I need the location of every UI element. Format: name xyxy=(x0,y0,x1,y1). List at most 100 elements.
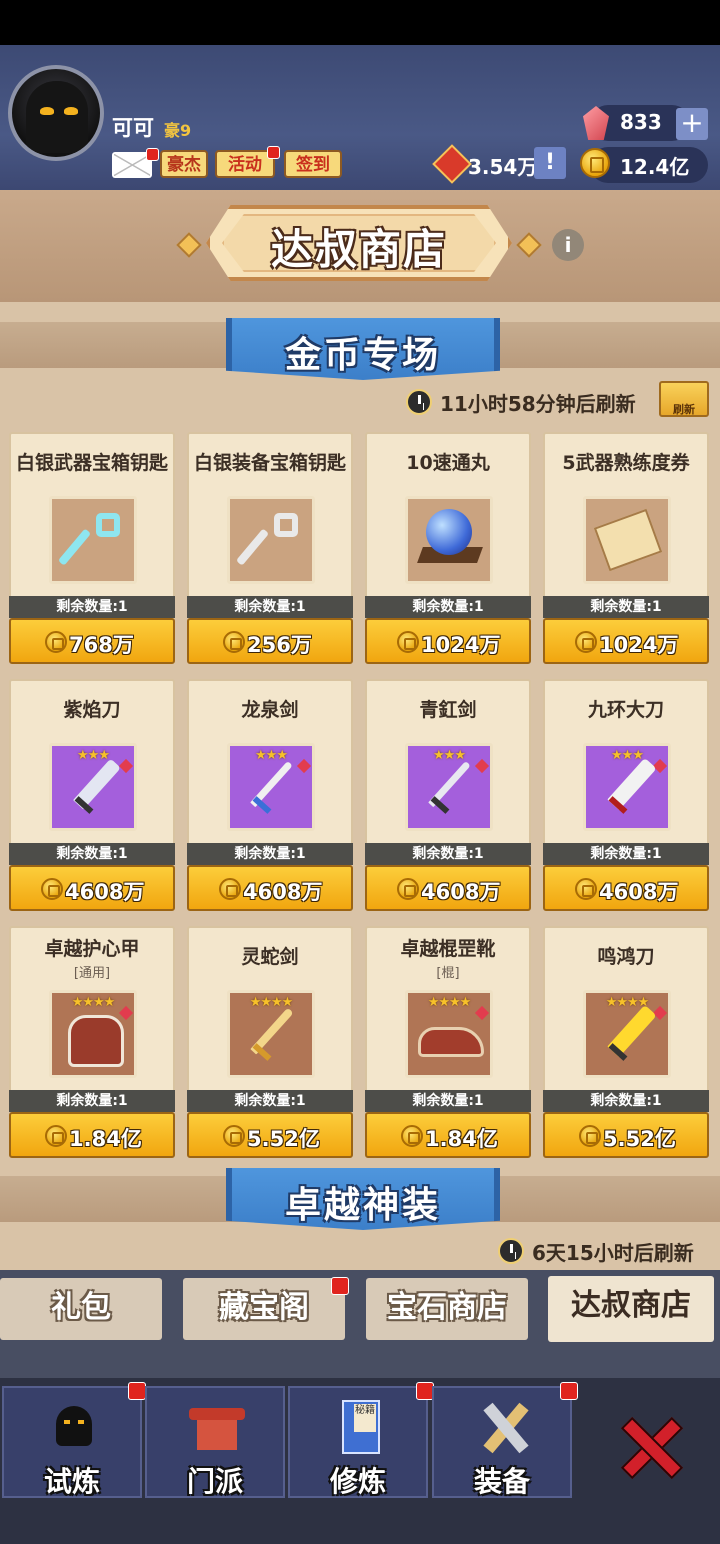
info-icon[interactable]: i xyxy=(552,229,584,261)
shop-item-card[interactable]: 5武器熟练度券 剩余数量:1 1024万 xyxy=(543,432,709,664)
item-name: 卓越护心甲 xyxy=(44,938,140,960)
close-icon[interactable] xyxy=(622,1418,678,1474)
signin-button[interactable]: 签到 xyxy=(284,150,342,178)
buy-button[interactable]: 1024万 xyxy=(365,618,531,664)
coin-icon xyxy=(401,1125,423,1147)
shop-item-card[interactable]: 灵蛇剑 ★★★★ 剩余数量:1 5.52亿 xyxy=(187,926,353,1158)
item-icon-box: ★★★★ xyxy=(405,990,493,1078)
refresh-button[interactable]: 刷新 xyxy=(659,381,709,417)
vip-level: 豪9 xyxy=(164,121,192,140)
item-name: 青釭剑 xyxy=(419,699,477,721)
buy-button[interactable]: 5.52亿 xyxy=(187,1112,353,1158)
nav-trial[interactable]: 试炼 xyxy=(2,1386,142,1498)
event-button[interactable]: 活动 xyxy=(215,150,275,178)
item-name: 10速通丸 xyxy=(406,452,490,474)
shop-item-card[interactable]: 10速通丸 剩余数量:1 1024万 xyxy=(365,432,531,664)
shop-item-card[interactable]: 紫焰刀 ★★★ 剩余数量:1 4608万 xyxy=(9,679,175,911)
buy-button[interactable]: 1.84亿 xyxy=(365,1112,531,1158)
shop-item-card[interactable]: 卓越护心甲 [通用] ★★★★ 剩余数量:1 1.84亿 xyxy=(9,926,175,1158)
item-price: 4608万 xyxy=(421,880,501,904)
item-icon-box: ★★★ xyxy=(583,743,671,831)
shop-item-card[interactable]: 卓越棍罡靴 [棍] ★★★★ 剩余数量:1 1.84亿 xyxy=(365,926,531,1158)
gem-value: 833 xyxy=(620,110,662,134)
shop-item-card[interactable]: 龙泉剑 ★★★ 剩余数量:1 4608万 xyxy=(187,679,353,911)
coin-icon xyxy=(223,1125,245,1147)
item-stock: 剩余数量:1 xyxy=(187,843,353,865)
ninja-icon xyxy=(46,1400,102,1458)
item-icon-box: ★★★ xyxy=(227,743,315,831)
temple-icon xyxy=(189,1400,245,1458)
item-name: 九环大刀 xyxy=(587,699,664,721)
item-name: 鸣鸿刀 xyxy=(597,946,655,968)
item-name: 龙泉剑 xyxy=(241,699,299,721)
add-gems-button[interactable]: + xyxy=(676,108,708,140)
buy-button[interactable]: 4608万 xyxy=(543,865,709,911)
item-price: 1024万 xyxy=(421,633,501,657)
coin-icon xyxy=(579,1125,601,1147)
coin-icon xyxy=(45,1125,67,1147)
item-icon-box: ★★★★ xyxy=(49,990,137,1078)
coin-icon xyxy=(223,631,245,653)
tab-dashu-shop[interactable]: 达叔商店 xyxy=(548,1276,714,1342)
item-name: 白银武器宝箱钥匙 xyxy=(15,452,168,474)
manual-book-icon: 秘籍 xyxy=(332,1400,388,1458)
buy-button[interactable]: 1024万 xyxy=(543,618,709,664)
item-stock: 剩余数量:1 xyxy=(365,1090,531,1112)
item-price: 256万 xyxy=(247,633,312,657)
item-stock: 剩余数量:1 xyxy=(543,1090,709,1112)
shop-item-card[interactable]: 白银武器宝箱钥匙 剩余数量:1 768万 xyxy=(9,432,175,664)
player-name: 可可 xyxy=(112,116,154,140)
item-stock: 剩余数量:1 xyxy=(9,1090,175,1112)
book-label: 秘籍 xyxy=(354,1404,376,1432)
coin-icon xyxy=(397,878,419,900)
tab-gem-shop[interactable]: 宝石商店 xyxy=(366,1278,528,1340)
item-price: 5.52亿 xyxy=(247,1127,320,1151)
shop-item-card[interactable]: 九环大刀 ★★★ 剩余数量:1 4608万 xyxy=(543,679,709,911)
buy-button[interactable]: 768万 xyxy=(9,618,175,664)
coin-icon xyxy=(397,631,419,653)
event-notification-dot xyxy=(267,146,280,159)
buy-button[interactable]: 4608万 xyxy=(9,865,175,911)
item-stock: 剩余数量:1 xyxy=(365,596,531,618)
scroll-voucher-icon xyxy=(593,508,663,572)
item-price: 768万 xyxy=(69,633,134,657)
item-price: 1024万 xyxy=(599,633,679,657)
chest-armor-icon xyxy=(68,1015,124,1067)
treasure-notification-dot xyxy=(331,1277,349,1295)
buy-button[interactable]: 1.84亿 xyxy=(9,1112,175,1158)
refresh-button-label: 刷新 xyxy=(673,403,695,416)
shop-item-card[interactable]: 鸣鸿刀 ★★★★ 剩余数量:1 5.52亿 xyxy=(543,926,709,1158)
shop-item-card[interactable]: 白银装备宝箱钥匙 剩余数量:1 256万 xyxy=(187,432,353,664)
section-title-elite: 卓越神装 xyxy=(284,1185,441,1226)
item-icon-box: ★★★★ xyxy=(583,990,671,1078)
crystal-orb-icon xyxy=(426,509,472,555)
item-price: 4608万 xyxy=(599,880,679,904)
item-name: 卓越棍罡靴 xyxy=(400,938,496,960)
item-tag: [通用] xyxy=(73,966,111,981)
nav-label: 门派 xyxy=(186,1465,243,1498)
coin-icon xyxy=(41,878,63,900)
hero-button[interactable]: 豪杰 xyxy=(160,150,208,178)
tab-treasure[interactable]: 藏宝阁 xyxy=(183,1278,345,1340)
tab-gift[interactable]: 礼包 xyxy=(0,1278,162,1340)
section-title-gold: 金币专场 xyxy=(284,335,441,376)
honor-value: 3.54万 xyxy=(468,155,538,179)
clock-icon xyxy=(498,1238,524,1264)
coin-icon xyxy=(219,878,241,900)
shop-item-card[interactable]: 青釭剑 ★★★ 剩余数量:1 4608万 xyxy=(365,679,531,911)
avatar[interactable] xyxy=(8,65,104,161)
nav-sect[interactable]: 门派 xyxy=(145,1386,285,1498)
nav-cultivation[interactable]: 秘籍 修炼 xyxy=(288,1386,428,1498)
honor-info-button[interactable]: ! xyxy=(534,147,566,179)
coin-icon xyxy=(580,148,610,178)
buy-button[interactable]: 5.52亿 xyxy=(543,1112,709,1158)
buy-button[interactable]: 4608万 xyxy=(365,865,531,911)
nav-equipment[interactable]: 装备 xyxy=(432,1386,572,1498)
trial-notification-dot xyxy=(128,1382,146,1400)
equipment-notification-dot xyxy=(560,1382,578,1400)
item-stock: 剩余数量:1 xyxy=(187,596,353,618)
item-stock: 剩余数量:1 xyxy=(365,843,531,865)
rarity-stars: ★★★ xyxy=(433,748,466,763)
buy-button[interactable]: 4608万 xyxy=(187,865,353,911)
buy-button[interactable]: 256万 xyxy=(187,618,353,664)
